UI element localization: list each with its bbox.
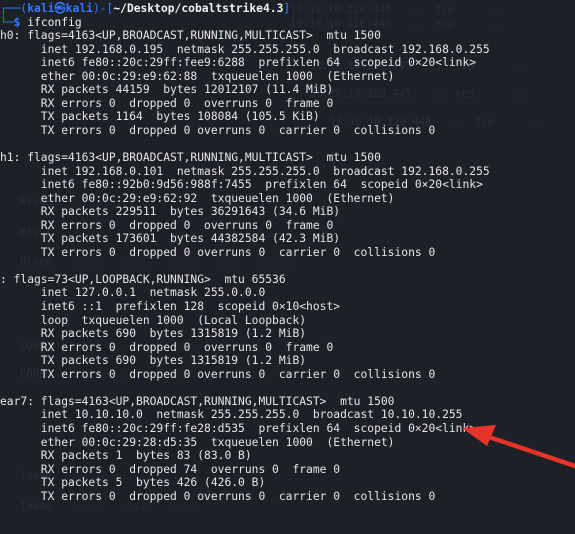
prompt-header: ┌──(kali㉿kali)-[~/Desktop/cobaltstrike4.… (0, 2, 575, 16)
output-line: RX errors 0 dropped 0 overruns 0 frame 0 (0, 96, 334, 110)
prompt-open: ┌──( (0, 2, 28, 15)
output-line: TX packets 1164 bytes 108084 (105.5 KiB) (0, 110, 320, 124)
output-line: TX packets 5 bytes 426 (426.0 B) (0, 476, 266, 490)
output-line: RX errors 0 dropped 0 overruns 0 frame 0 (0, 218, 334, 232)
output-line: ear7: flags=4163<UP,BROADCAST,RUNNING,MU… (0, 394, 395, 408)
output-line: ether 00:0c:29:e9:62:88 txqueuelen 1000 … (0, 69, 395, 83)
output-line: TX errors 0 dropped 0 overruns 0 carrier… (0, 489, 436, 503)
output-line: RX packets 229511 bytes 36291643 (34.6 M… (0, 205, 341, 219)
output-line: : flags=73<UP,LOOPBACK,RUNNING> mtu 6553… (0, 272, 286, 286)
prompt-user: kali㉿kali (27, 2, 93, 15)
output-line: inet 192.168.0.195 netmask 255.255.255.0… (0, 42, 490, 56)
terminal-output: ┌──(kali㉿kali)-[~/Desktop/cobaltstrike4.… (0, 2, 575, 503)
output-line: loop txqueuelen 1000 (Local Loopback) (0, 313, 307, 327)
output-line: ether 00:0c:29:e9:62:92 txqueuelen 1000 … (0, 191, 395, 205)
prompt-dollar: └─$ (0, 15, 21, 29)
output-line: TX errors 0 dropped 0 overruns 0 carrier… (0, 245, 436, 259)
prompt-path: ~/Desktop/cobaltstrike4.3 (113, 2, 284, 15)
output-line: RX packets 44159 bytes 12012107 (11.4 Mi… (0, 83, 334, 97)
prompt-end: ] (283, 2, 291, 15)
output-line: TX packets 173601 bytes 44382584 (42.3 M… (0, 232, 341, 246)
output-line: TX packets 690 bytes 1315819 (1.2 MiB) (0, 354, 307, 368)
command-text: ifconfig (27, 15, 82, 29)
output-line: TX errors 0 dropped 0 overruns 0 carrier… (0, 367, 436, 381)
output-line: inet6 fe80::20c:29ff:fe28:d535 prefixlen… (0, 421, 477, 435)
output-line: RX errors 0 dropped 0 overruns 0 frame 0 (0, 340, 334, 354)
terminal-window[interactable]: 10.10.10.120:445 .. tcp .. 10.10.10.120:… (0, 0, 575, 534)
prompt-close: )-[ (92, 2, 114, 15)
command-line[interactable]: └─$ ifconfig (0, 16, 575, 30)
output-line: inet 192.168.0.101 netmask 255.255.255.0… (0, 164, 490, 178)
output-line: inet6 fe80::20c:29ff:fee9:6288 prefixlen… (0, 56, 477, 70)
output-line: RX errors 0 dropped 74 overruns 0 frame … (0, 462, 341, 476)
output-line: inet6 fe80::92b0:9d56:988f:7455 prefixle… (0, 178, 483, 192)
output-line: RX packets 1 bytes 83 (83.0 B) (0, 449, 252, 463)
output-line: h0: flags=4163<UP,BROADCAST,RUNNING,MULT… (0, 29, 381, 43)
output-line: TX errors 0 dropped 0 overruns 0 carrier… (0, 123, 436, 137)
output-line: inet 127.0.0.1 netmask 255.0.0.0 (0, 286, 266, 300)
output-line: RX packets 690 bytes 1315819 (1.2 MiB) (0, 327, 307, 341)
output-line: ether 00:0c:29:28:d5:35 txqueuelen 1000 … (0, 435, 395, 449)
output-line: inet 10.10.10.0 netmask 255.255.255.0 br… (0, 408, 463, 422)
output-line: inet6 ::1 prefixlen 128 scopeid 0×10<hos… (0, 300, 341, 314)
output-line: h1: flags=4163<UP,BROADCAST,RUNNING,MULT… (0, 151, 381, 165)
ifconfig-output: h0: flags=4163<UP,BROADCAST,RUNNING,MULT… (0, 29, 575, 503)
